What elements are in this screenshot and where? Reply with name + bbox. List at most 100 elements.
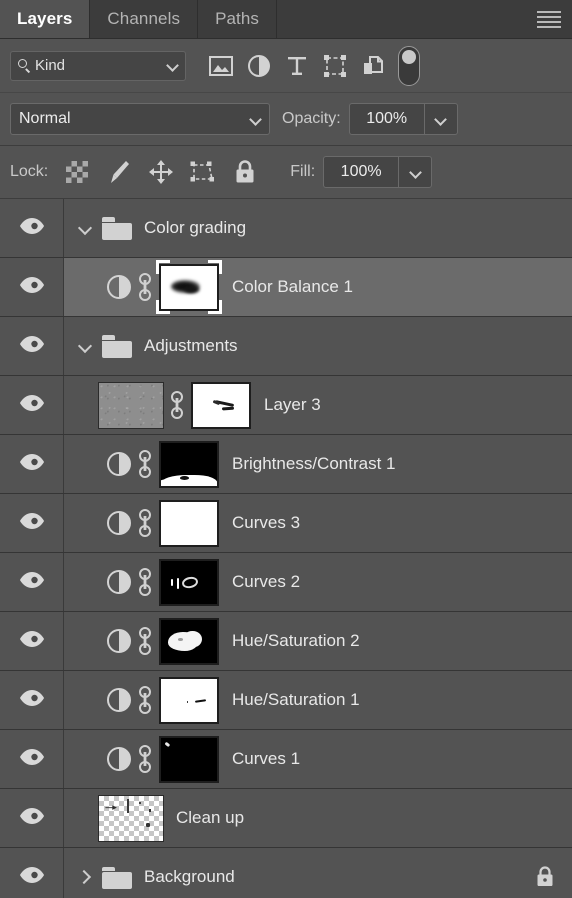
lock-transparent-pixels-icon[interactable]	[56, 155, 98, 189]
layer-mask-thumbnail[interactable]	[158, 734, 220, 784]
mask-image[interactable]	[159, 617, 219, 665]
layer-visibility-toggle[interactable]	[0, 671, 64, 729]
fill-value[interactable]: 100%	[324, 163, 398, 181]
layer-row[interactable]: Adjustments	[0, 317, 572, 376]
opacity-value[interactable]: 100%	[350, 110, 424, 128]
adjustment-layer-icon[interactable]	[106, 746, 132, 772]
layer-row[interactable]: Color Balance 1	[0, 258, 572, 317]
layer-visibility-toggle[interactable]	[0, 789, 64, 847]
layer-name[interactable]: Curves 2	[232, 572, 300, 592]
link-mask-icon[interactable]	[132, 684, 158, 716]
layer-row-body[interactable]: Brightness/Contrast 1	[64, 435, 572, 493]
layer-row[interactable]: Background	[0, 848, 572, 898]
adjustment-layer-filter-icon[interactable]	[240, 49, 278, 83]
filter-enable-toggle[interactable]	[398, 45, 420, 86]
layer-row-body[interactable]: Hue/Saturation 1	[64, 671, 572, 729]
layer-mask-thumbnail[interactable]	[158, 498, 220, 548]
layer-name[interactable]: Color Balance 1	[232, 277, 353, 297]
layer-thumbnail[interactable]	[98, 794, 164, 842]
lock-all-icon[interactable]	[224, 155, 266, 189]
layer-row[interactable]: Curves 2	[0, 553, 572, 612]
adjustment-layer-icon[interactable]	[106, 274, 132, 300]
adjustment-layer-icon[interactable]	[106, 510, 132, 536]
layer-visibility-toggle[interactable]	[0, 494, 64, 552]
layer-row[interactable]: Curves 1	[0, 730, 572, 789]
tab-channels[interactable]: Channels	[90, 0, 199, 38]
blend-mode-select[interactable]: Normal	[10, 103, 270, 135]
adjustment-layer-icon[interactable]	[106, 451, 132, 477]
opacity-stepper[interactable]	[423, 104, 457, 134]
layer-row-body[interactable]: Background	[64, 848, 572, 898]
link-mask-icon[interactable]	[164, 389, 190, 421]
layer-row-body[interactable]: Curves 2	[64, 553, 572, 611]
layer-name[interactable]: Curves 3	[232, 513, 300, 533]
layer-mask-thumbnail[interactable]	[158, 675, 220, 725]
filter-kind-select[interactable]: Kind	[10, 50, 186, 81]
mask-image[interactable]	[159, 676, 219, 724]
layer-visibility-toggle[interactable]	[0, 553, 64, 611]
layer-mask-thumbnail[interactable]	[158, 557, 220, 607]
link-mask-icon[interactable]	[132, 566, 158, 598]
fill-field[interactable]: 100%	[323, 156, 433, 188]
layer-mask-thumbnail[interactable]	[190, 380, 252, 430]
layer-name[interactable]: Adjustments	[144, 336, 238, 356]
chevron-down-icon[interactable]	[74, 335, 96, 357]
mask-image[interactable]	[159, 499, 219, 547]
layer-name[interactable]: Hue/Saturation 2	[232, 631, 360, 651]
layer-mask-thumbnail[interactable]	[156, 260, 222, 314]
layer-name[interactable]: Clean up	[176, 808, 244, 828]
layer-row[interactable]: Brightness/Contrast 1	[0, 435, 572, 494]
layer-row[interactable]: Color grading	[0, 199, 572, 258]
link-mask-icon[interactable]	[132, 507, 158, 539]
layer-row[interactable]: Hue/Saturation 2	[0, 612, 572, 671]
layer-row-body[interactable]: Layer 3	[64, 376, 572, 434]
layer-visibility-toggle[interactable]	[0, 199, 64, 257]
layer-visibility-toggle[interactable]	[0, 730, 64, 788]
layer-row[interactable]: Hue/Saturation 1	[0, 671, 572, 730]
layer-row-body[interactable]: Curves 3	[64, 494, 572, 552]
link-mask-icon[interactable]	[132, 743, 158, 775]
layer-mask-thumbnail[interactable]	[158, 616, 220, 666]
shape-layer-filter-icon[interactable]	[316, 49, 354, 83]
chevron-down-icon[interactable]	[74, 217, 96, 239]
fill-stepper[interactable]	[398, 157, 431, 187]
mask-image[interactable]	[159, 440, 219, 488]
layer-visibility-toggle[interactable]	[0, 317, 64, 375]
layer-mask-thumbnail[interactable]	[158, 439, 220, 489]
layer-row-body[interactable]: Color grading	[64, 199, 572, 257]
lock-position-icon[interactable]	[140, 155, 182, 189]
layer-visibility-toggle[interactable]	[0, 848, 64, 898]
layer-name[interactable]: Layer 3	[264, 395, 321, 415]
link-mask-icon[interactable]	[132, 271, 158, 303]
layer-name[interactable]: Background	[144, 867, 235, 887]
layer-row-body[interactable]: Curves 1	[64, 730, 572, 788]
layer-row-body[interactable]: Hue/Saturation 2	[64, 612, 572, 670]
layer-row-body[interactable]: Color Balance 1	[64, 258, 572, 316]
layer-row[interactable]: Curves 3	[0, 494, 572, 553]
layer-name[interactable]: Hue/Saturation 1	[232, 690, 360, 710]
hamburger-menu-icon[interactable]	[526, 0, 572, 38]
opacity-field[interactable]: 100%	[348, 103, 458, 135]
link-mask-icon[interactable]	[132, 625, 158, 657]
mask-image[interactable]	[191, 381, 251, 429]
layer-row[interactable]: Clean up	[0, 789, 572, 848]
chevron-right-icon[interactable]	[74, 866, 96, 888]
layer-name[interactable]: Brightness/Contrast 1	[232, 454, 395, 474]
smart-object-filter-icon[interactable]	[354, 49, 392, 83]
layer-name[interactable]: Curves 1	[232, 749, 300, 769]
link-mask-icon[interactable]	[132, 448, 158, 480]
adjustment-layer-icon[interactable]	[106, 628, 132, 654]
adjustment-layer-icon[interactable]	[106, 569, 132, 595]
lock-artboard-nesting-icon[interactable]	[182, 155, 224, 189]
adjustment-layer-icon[interactable]	[106, 687, 132, 713]
layer-visibility-toggle[interactable]	[0, 435, 64, 493]
mask-image[interactable]	[159, 735, 219, 783]
layer-row-body[interactable]: Clean up	[64, 789, 572, 847]
layer-row[interactable]: Layer 3	[0, 376, 572, 435]
layer-lock-icon[interactable]	[534, 865, 556, 889]
layer-thumbnail[interactable]	[98, 381, 164, 429]
layer-name[interactable]: Color grading	[144, 218, 246, 238]
lock-image-pixels-icon[interactable]	[98, 155, 140, 189]
tab-paths[interactable]: Paths	[198, 0, 278, 38]
tab-layers[interactable]: Layers	[0, 0, 91, 38]
